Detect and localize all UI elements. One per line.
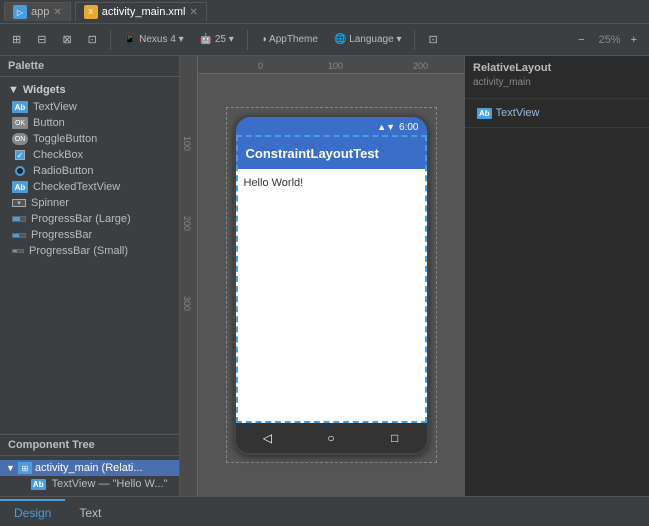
app-icon: ▷ [13, 5, 27, 19]
ruler-v-300: 300 [182, 296, 192, 311]
props-layout-section: RelativeLayout activity_main [465, 56, 649, 99]
phone-action-bar: ConstraintLayoutTest [236, 137, 427, 169]
left-panel: Palette ▼ Widgets Ab TextView OK Button … [0, 56, 180, 496]
pb-large-icon [12, 216, 26, 222]
tree-expand-arrow[interactable]: ▼ [6, 463, 15, 473]
right-panel: RelativeLayout activity_main Ab TextView [464, 56, 649, 496]
tab-design[interactable]: Design [0, 499, 65, 525]
component-tree-title: Component Tree [0, 434, 179, 456]
ok-icon: OK [12, 117, 28, 129]
toolbar-theme-btn[interactable]: ◑ AppTheme [255, 31, 324, 48]
palette-icon-btn[interactable]: ⊞ [6, 30, 27, 49]
ab-icon: Ab [12, 101, 28, 113]
toolbar-language-btn[interactable]: 🌐 Language ▾ [328, 31, 408, 48]
props-textview-item[interactable]: Ab TextView [473, 105, 641, 121]
phone-content[interactable]: Hello World! [236, 169, 427, 423]
tab-app-close[interactable]: ✕ [53, 7, 61, 18]
widgets-group-title: ▼ Widgets [0, 81, 179, 99]
main-layout: ⊞ ⊟ ⊠ ⊡ 📱 Nexus 4 ▾ 🤖 25 ▾ ◑ AppTheme 🌐 … [0, 24, 649, 526]
ruler-h-200: 200 [413, 61, 428, 71]
widget-spinner[interactable]: ▾ Spinner [0, 195, 179, 211]
phone-app-title: ConstraintLayoutTest [246, 146, 379, 161]
widget-button[interactable]: OK Button [0, 115, 179, 131]
widget-list: ▼ Widgets Ab TextView OK Button ON Toggl… [0, 77, 179, 434]
ruler-v-100: 100 [182, 136, 192, 151]
tab-activity-label: activity_main.xml [102, 6, 186, 18]
tree-item-activity-main[interactable]: ▼ ⊞ activity_main (Relati... [0, 460, 179, 476]
widgets-arrow[interactable]: ▼ [8, 84, 19, 96]
status-time: 6:00 [399, 122, 418, 133]
nav-home-btn[interactable]: ○ [322, 429, 340, 447]
widget-radiobutton[interactable]: RadioButton [0, 163, 179, 179]
toolbar-orientation-btn[interactable]: ⊡ [422, 30, 443, 49]
nav-recent-btn[interactable]: □ [386, 429, 404, 447]
ruler-v-200: 200 [182, 216, 192, 231]
widget-progressbar-small[interactable]: ProgressBar (Small) [0, 243, 179, 259]
toolbar-api-btn[interactable]: 🤖 25 ▾ [194, 31, 240, 48]
widget-progressbar-large[interactable]: ProgressBar (Large) [0, 211, 179, 227]
widget-checkedtextview[interactable]: Ab CheckedTextView [0, 179, 179, 195]
pb-small-icon [12, 249, 24, 253]
phone-status-bar: ▲▼ 6:00 [236, 117, 427, 137]
props-layout-title: RelativeLayout [473, 62, 641, 74]
props-textview-section: Ab TextView [465, 99, 649, 128]
title-bar: ▷ app ✕ X activity_main.xml ✕ [0, 0, 649, 24]
hello-world-text: Hello World! [244, 177, 304, 189]
palette-title: Palette [0, 56, 179, 77]
component-tree: ▼ ⊞ activity_main (Relati... ▶ Ab TextVi… [0, 456, 179, 496]
signal-icon: ▲▼ [377, 122, 395, 132]
props-ab-icon: Ab [477, 108, 492, 119]
xml-icon: X [84, 5, 98, 19]
tree-layout-icon: ⊞ [18, 462, 32, 474]
ruler-left: 100 200 300 [180, 56, 198, 496]
pb-icon [12, 233, 26, 238]
props-textview-label: TextView [496, 107, 540, 119]
widget-togglebutton[interactable]: ON ToggleButton [0, 131, 179, 147]
phone-nav-bar: ◁ ○ □ [236, 423, 427, 453]
rb-icon [12, 165, 28, 177]
toolbar-device-btn[interactable]: 📱 Nexus 4 ▾ [118, 31, 190, 48]
widget-checkbox[interactable]: ✓ CheckBox [0, 147, 179, 163]
toolbar-layout2[interactable]: ⊠ [56, 30, 77, 49]
toolbar: ⊞ ⊟ ⊠ ⊡ 📱 Nexus 4 ▾ 🤖 25 ▾ ◑ AppTheme 🌐 … [0, 24, 649, 56]
bottom-bar: Design Text [0, 496, 649, 526]
tab-app[interactable]: ▷ app ✕ [4, 2, 71, 21]
tab-text[interactable]: Text [65, 499, 115, 525]
toolbar-sep3 [414, 30, 415, 50]
ruler-top: 0 100 200 300 [198, 56, 464, 74]
nav-back-btn[interactable]: ◁ [258, 429, 276, 447]
toggle-icon: ON [12, 133, 28, 145]
phone-frame[interactable]: ▲▼ 6:00 ConstraintLayoutTest Hello World… [234, 115, 429, 455]
ruler-h-100: 100 [328, 61, 343, 71]
tab-app-label: app [31, 6, 49, 18]
spinner-icon: ▾ [12, 199, 26, 207]
zoom-plus-btn[interactable]: + [625, 31, 643, 49]
phone-container: ▲▼ 6:00 ConstraintLayoutTest Hello World… [234, 115, 429, 455]
props-layout-sub: activity_main [473, 77, 641, 88]
ruler-h-0: 0 [258, 61, 263, 71]
tab-activity-close[interactable]: ✕ [190, 7, 198, 18]
toolbar-layout3[interactable]: ⊡ [82, 30, 103, 49]
widget-progressbar[interactable]: ProgressBar [0, 227, 179, 243]
checked-ab-icon: Ab [12, 181, 28, 193]
tab-activity-main[interactable]: X activity_main.xml ✕ [75, 2, 207, 21]
canvas-viewport[interactable]: ▲▼ 6:00 ConstraintLayoutTest Hello World… [198, 74, 464, 496]
toolbar-sep1 [110, 30, 111, 50]
toolbar-sep2 [247, 30, 248, 50]
canvas-area[interactable]: 0 100 200 300 100 200 300 [180, 56, 464, 496]
zoom-minus-btn[interactable]: − [572, 31, 590, 49]
tree-ab-icon: Ab [31, 479, 46, 490]
phone-screen: ▲▼ 6:00 ConstraintLayoutTest Hello World… [236, 117, 427, 453]
toolbar-layout1[interactable]: ⊟ [31, 30, 52, 49]
zoom-level: 25% [599, 34, 621, 46]
widget-textview[interactable]: Ab TextView [0, 99, 179, 115]
tree-item-textview[interactable]: ▶ Ab TextView — "Hello W..." [0, 476, 179, 492]
cb-icon: ✓ [12, 149, 28, 161]
content-area: Palette ▼ Widgets Ab TextView OK Button … [0, 56, 649, 496]
